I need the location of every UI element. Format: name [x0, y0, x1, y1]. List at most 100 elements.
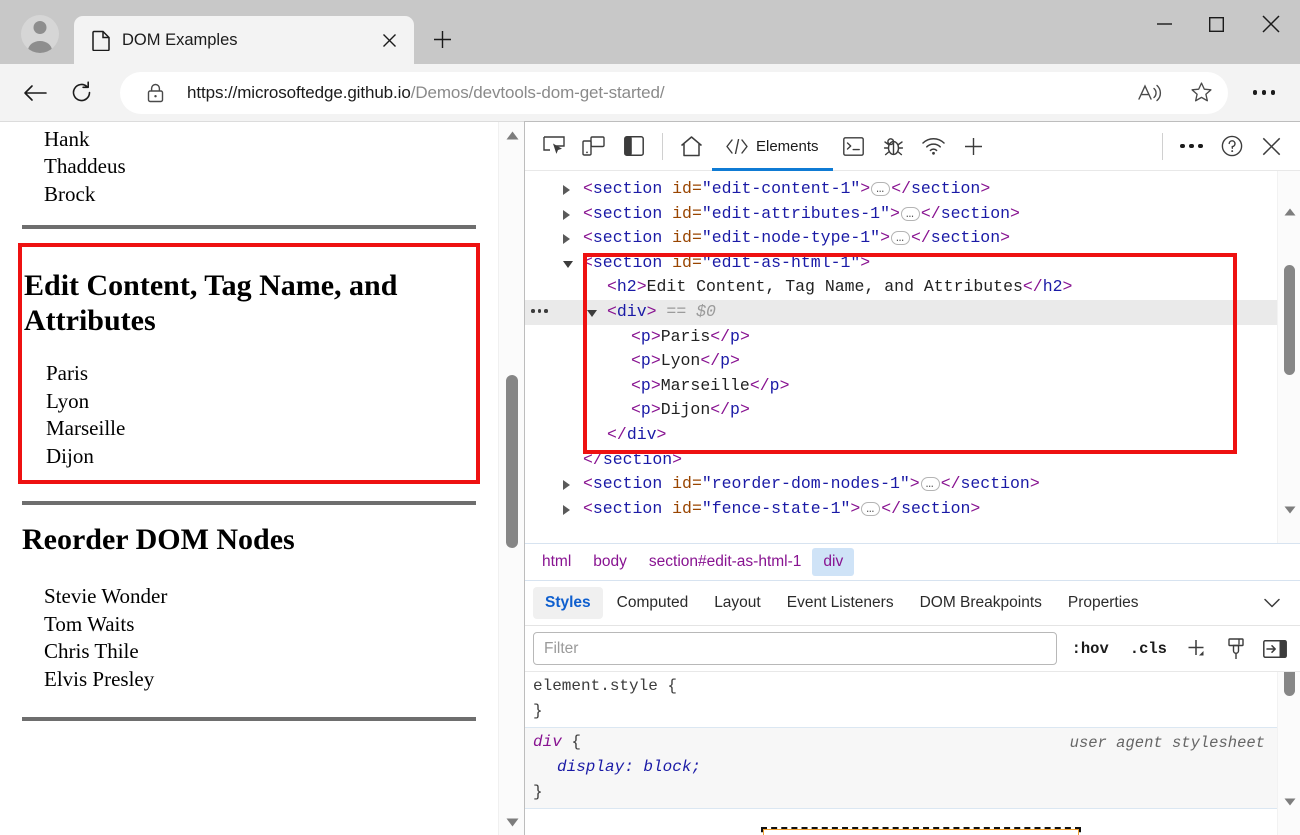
dom-tree-row[interactable]: <h2>Edit Content, Tag Name, and Attribut…	[525, 275, 1277, 300]
dom-tree-row[interactable]: <p>Lyon</p>	[525, 349, 1277, 374]
dom-tree-scrollbar[interactable]	[1277, 171, 1300, 543]
navigation-bar: https://microsoftedge.github.io/Demos/de…	[0, 64, 1300, 121]
css-rules-list[interactable]: element.style {}div {user agent styleshe…	[525, 672, 1277, 835]
inspect-element-button[interactable]	[534, 127, 573, 166]
breadcrumb-item[interactable]: body	[582, 548, 638, 576]
tab-close-button[interactable]	[374, 25, 404, 55]
expand-arrow-icon[interactable]	[563, 234, 570, 244]
css-rules-scrollbar[interactable]	[1277, 672, 1300, 835]
add-panel-button[interactable]	[954, 127, 993, 166]
new-tab-button[interactable]	[422, 19, 462, 59]
devtools-panel: Elements	[524, 121, 1300, 835]
dom-tree-row[interactable]: <section id="edit-as-html-1">	[525, 251, 1277, 276]
styles-tab-styles[interactable]: Styles	[533, 587, 603, 619]
scroll-up-button[interactable]	[499, 122, 524, 148]
expand-arrow-icon[interactable]	[563, 210, 570, 220]
breadcrumb-item[interactable]: html	[531, 548, 582, 576]
devtools-close-button[interactable]	[1252, 127, 1291, 166]
minimize-button[interactable]	[1138, 0, 1190, 48]
scroll-down-button[interactable]	[1278, 499, 1300, 521]
expand-arrow-icon[interactable]	[563, 185, 570, 195]
css-declaration[interactable]: display: block;	[533, 755, 1267, 780]
scroll-thumb[interactable]	[1284, 672, 1295, 696]
home-button[interactable]	[672, 127, 711, 166]
dom-tree-row[interactable]: <p>Marseille</p>	[525, 374, 1277, 399]
computed-styles-sidebar-button[interactable]	[1221, 634, 1251, 664]
new-style-rule-button[interactable]	[1182, 634, 1212, 664]
browser-settings-button[interactable]	[1242, 72, 1286, 114]
dom-tree-row[interactable]: </div>	[525, 423, 1277, 448]
css-rule[interactable]: div {user agent stylesheetdisplay: block…	[525, 727, 1277, 809]
debugger-button[interactable]	[874, 127, 913, 166]
styles-tab-event-listeners[interactable]: Event Listeners	[775, 587, 906, 619]
styles-tab-properties[interactable]: Properties	[1056, 587, 1151, 619]
home-icon	[680, 136, 703, 157]
breadcrumb-item[interactable]: div	[812, 548, 854, 576]
dom-tree-row[interactable]: <div> == $0	[525, 300, 1277, 325]
dom-token: >	[651, 351, 661, 370]
hov-button[interactable]: :hov	[1066, 636, 1115, 662]
expand-arrow-icon[interactable]	[563, 505, 570, 515]
dom-tree-row[interactable]: <section id="edit-content-1">…</section>	[525, 177, 1277, 202]
dock-panel-button[interactable]	[614, 127, 653, 166]
toggle-sidebar-button[interactable]	[1260, 634, 1290, 664]
scroll-up-button[interactable]	[1278, 201, 1300, 223]
reload-button[interactable]	[60, 72, 102, 114]
scroll-down-button[interactable]	[499, 809, 524, 835]
filter-input[interactable]: Filter	[533, 632, 1057, 665]
styles-tab-computed[interactable]: Computed	[605, 587, 701, 619]
profile-button[interactable]	[16, 10, 64, 58]
breadcrumb-item[interactable]: section#edit-as-html-1	[638, 548, 812, 576]
css-selector[interactable]: element.style	[533, 677, 658, 695]
devtools-help-button[interactable]	[1212, 127, 1251, 166]
people-list: Dean Hank Thaddeus Brock	[22, 122, 476, 208]
dom-tree-row[interactable]: <section id="edit-attributes-1">…</secti…	[525, 202, 1277, 227]
read-aloud-button[interactable]	[1131, 74, 1169, 112]
dom-tree-row[interactable]: <p>Dijon</p>	[525, 398, 1277, 423]
styles-tab-dom-breakpoints[interactable]: DOM Breakpoints	[908, 587, 1054, 619]
dom-token: </	[710, 327, 730, 346]
maximize-button[interactable]	[1190, 0, 1242, 48]
address-bar[interactable]: https://microsoftedge.github.io/Demos/de…	[120, 72, 1228, 114]
window-close-button[interactable]	[1242, 0, 1300, 48]
devtools-more-button[interactable]	[1172, 127, 1211, 166]
console-button[interactable]	[834, 127, 873, 166]
dom-tree-row[interactable]: </section>	[525, 448, 1277, 473]
dom-token: =	[692, 228, 702, 247]
dock-panel-icon	[624, 136, 644, 156]
cls-button[interactable]: .cls	[1124, 636, 1173, 662]
site-info-button[interactable]	[136, 74, 174, 112]
css-rule[interactable]: element.style {}	[525, 672, 1277, 727]
scroll-thumb[interactable]	[506, 375, 518, 548]
expand-arrow-icon[interactable]	[563, 480, 570, 490]
styles-tab-layout[interactable]: Layout	[702, 587, 773, 619]
tab-elements[interactable]: Elements	[712, 127, 833, 166]
expand-children-icon[interactable]: …	[921, 477, 940, 491]
expand-children-icon[interactable]: …	[891, 231, 910, 245]
scroll-down-button[interactable]	[1278, 791, 1300, 813]
dom-tree-row[interactable]: <section id="reorder-dom-nodes-1">…</sec…	[525, 472, 1277, 497]
collapse-arrow-icon[interactable]	[587, 310, 597, 317]
network-button[interactable]	[914, 127, 953, 166]
dom-token: </	[583, 450, 603, 469]
css-selector[interactable]: div	[533, 733, 562, 751]
devtools-toolbar: Elements	[525, 122, 1300, 171]
browser-tab[interactable]: DOM Examples	[74, 16, 414, 64]
chevron-up-icon	[1284, 208, 1296, 216]
collapse-arrow-icon[interactable]	[563, 261, 573, 268]
page-scrollbar[interactable]	[498, 122, 524, 835]
dom-tree-row[interactable]: <section id="edit-node-type-1">…</sectio…	[525, 226, 1277, 251]
scroll-thumb[interactable]	[1284, 265, 1295, 375]
dom-token: >	[651, 400, 661, 419]
expand-children-icon[interactable]: …	[871, 182, 890, 196]
styles-tabs-overflow-button[interactable]	[1252, 598, 1292, 608]
dom-tree-rows[interactable]: <section id="edit-content-1">…</section>…	[525, 171, 1277, 543]
back-button[interactable]	[14, 72, 56, 114]
dom-tree-row[interactable]: <p>Paris</p>	[525, 325, 1277, 350]
expand-children-icon[interactable]: …	[861, 502, 880, 516]
expand-children-icon[interactable]: …	[901, 207, 920, 221]
device-emulation-button[interactable]	[574, 127, 613, 166]
favorite-button[interactable]	[1182, 74, 1220, 112]
dom-tree-row[interactable]: <section id="fence-state-1">…</section>	[525, 497, 1277, 522]
list-item: Tom Waits	[22, 611, 476, 639]
